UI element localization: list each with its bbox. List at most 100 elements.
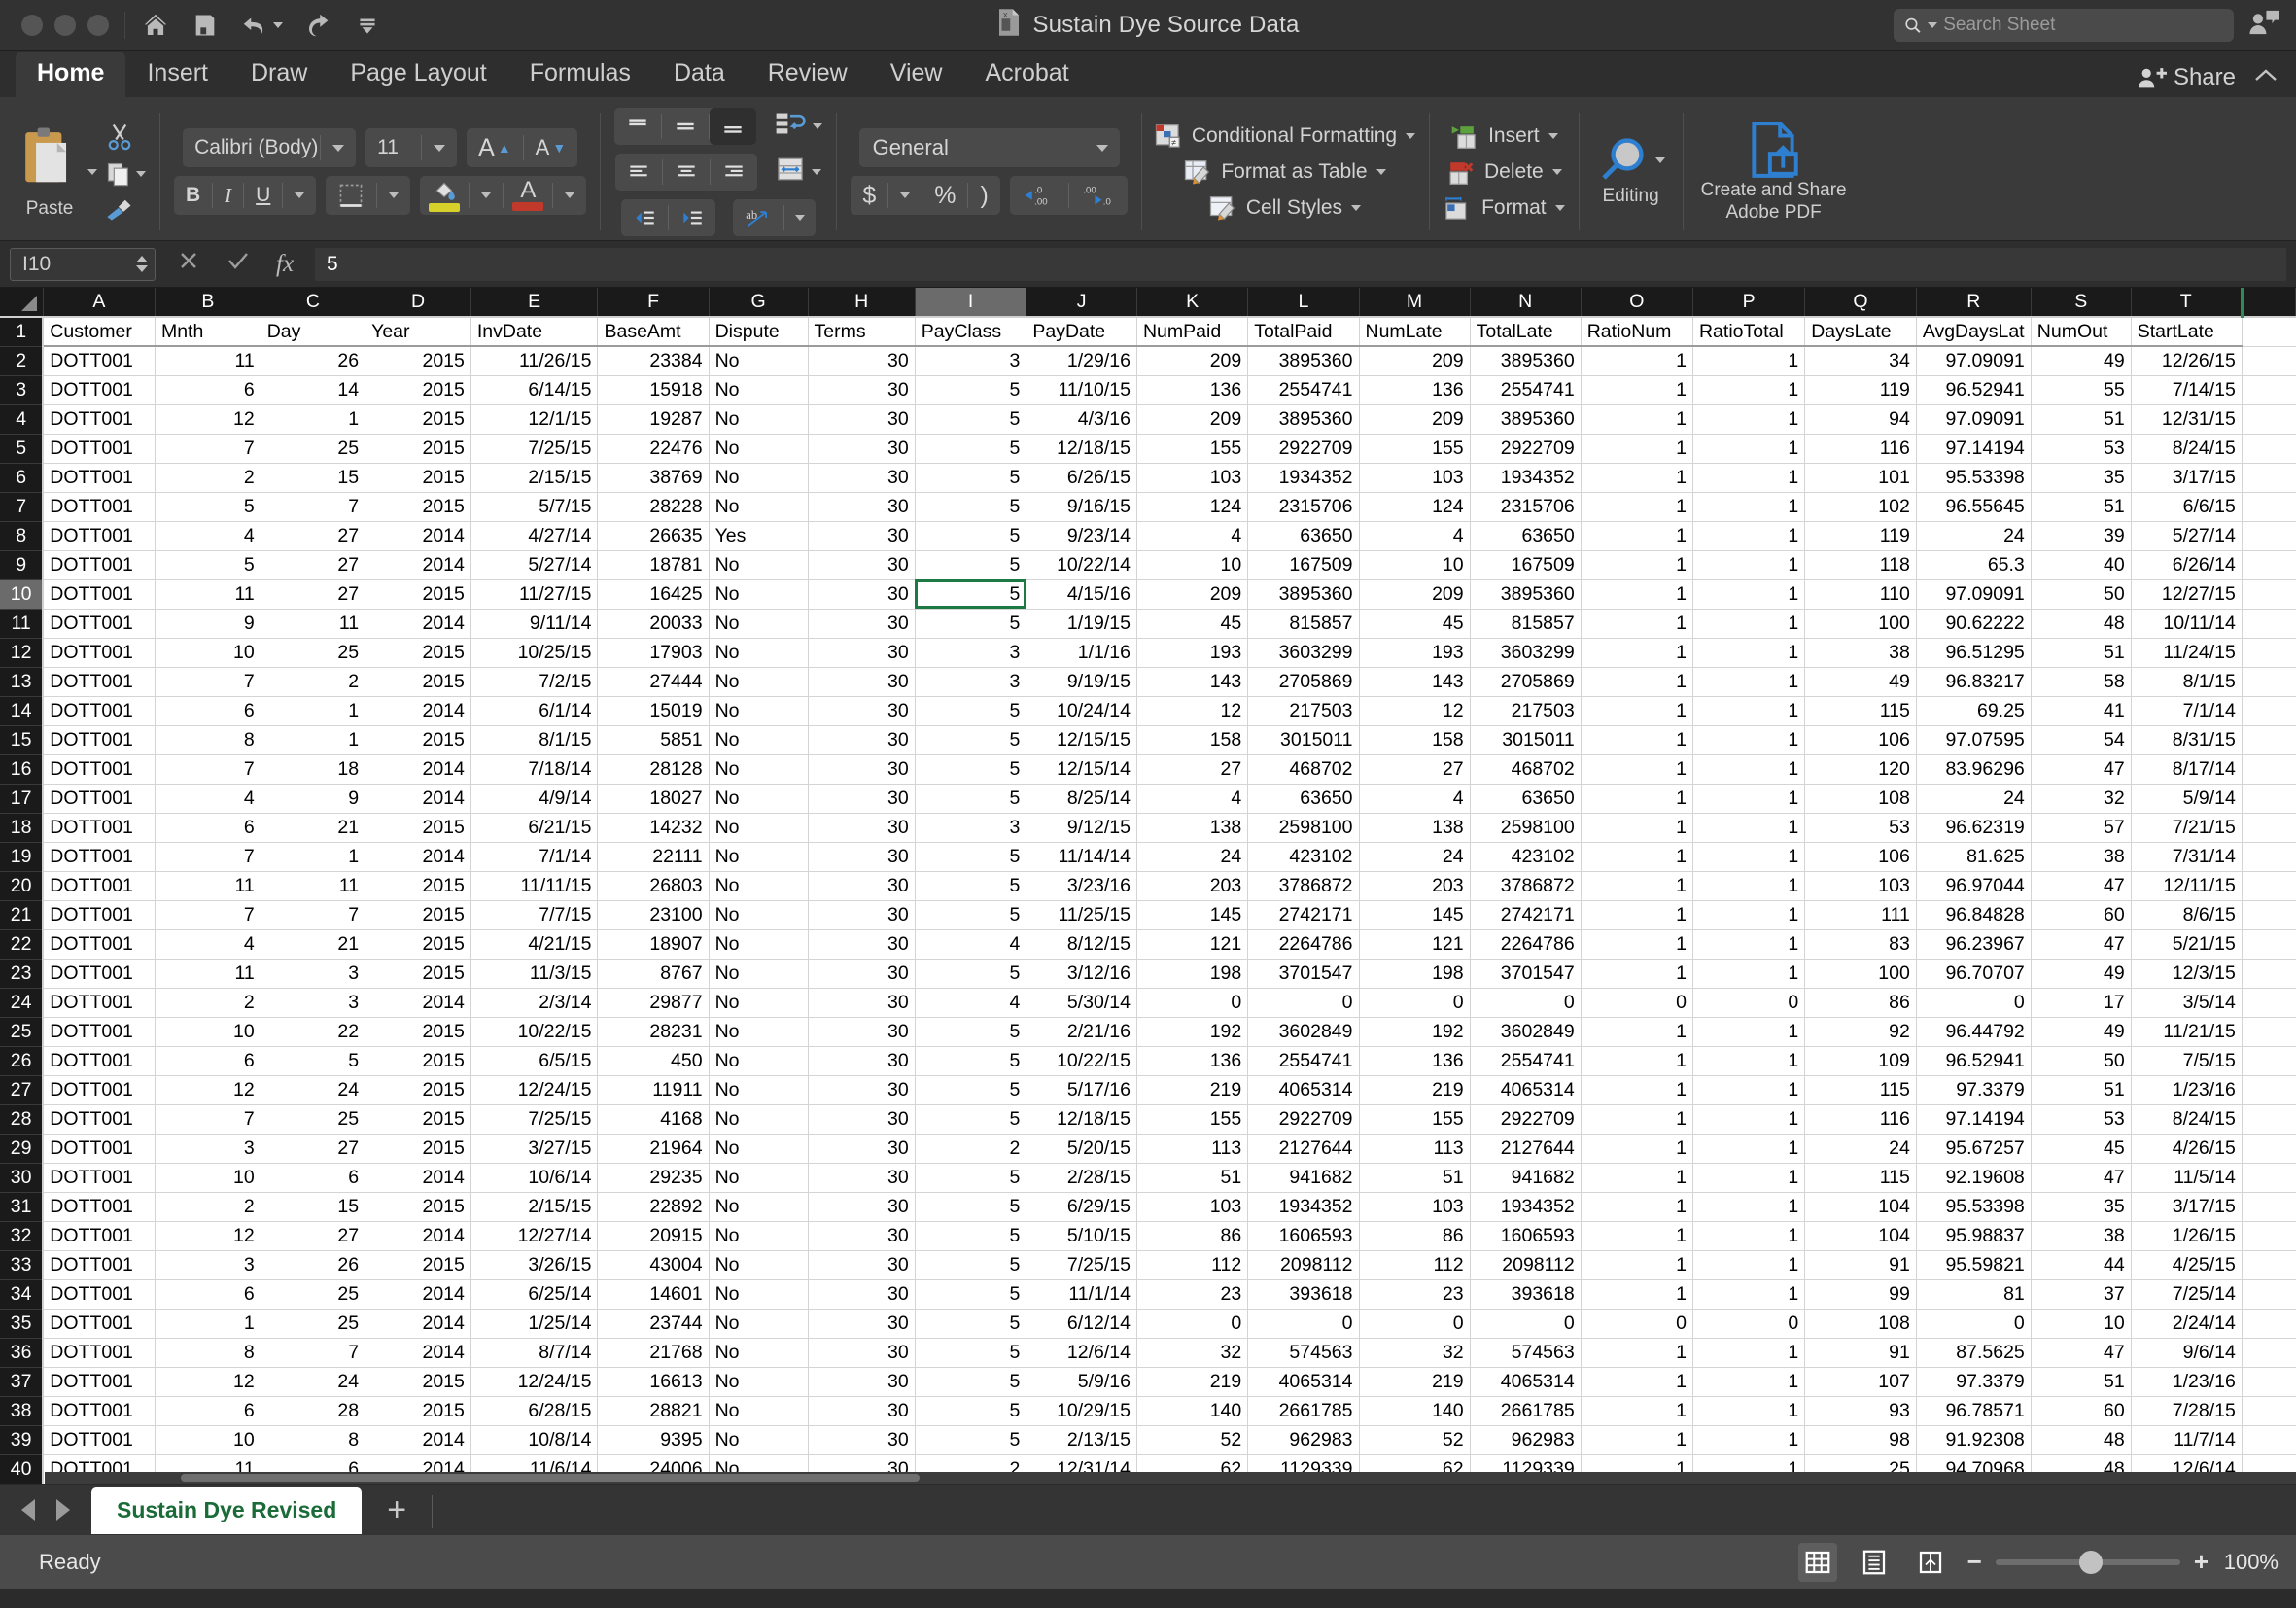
save-icon[interactable]: [191, 12, 219, 39]
cell-E30[interactable]: 10/6/14: [470, 1163, 599, 1193]
text-orientation-button[interactable]: ab: [733, 199, 783, 236]
font-size-caret[interactable]: [422, 128, 457, 167]
cell-O22[interactable]: 1: [1581, 929, 1693, 960]
search-options-caret[interactable]: [1928, 21, 1938, 28]
cell-L20[interactable]: 3786872: [1247, 871, 1360, 901]
cell-J4[interactable]: 4/3/16: [1026, 404, 1137, 435]
cell-T33[interactable]: 4/25/15: [2131, 1250, 2243, 1280]
cell-E29[interactable]: 3/27/15: [470, 1134, 599, 1164]
column-header-H[interactable]: H: [808, 288, 916, 318]
column-header-T[interactable]: T: [2131, 288, 2243, 318]
header-cell-B[interactable]: Mnth: [155, 317, 261, 347]
cell-H37[interactable]: 30: [808, 1367, 916, 1397]
cell-L25[interactable]: 3602849: [1247, 1017, 1360, 1047]
cell-G30[interactable]: No: [709, 1163, 809, 1193]
cell-G29[interactable]: No: [709, 1134, 809, 1164]
cell-K6[interactable]: 103: [1136, 463, 1249, 493]
cell-E25[interactable]: 10/22/15: [470, 1017, 599, 1047]
window-controls[interactable]: [0, 14, 109, 36]
cell-M25[interactable]: 192: [1359, 1017, 1471, 1047]
cell-J15[interactable]: 12/15/15: [1026, 725, 1137, 755]
cell-M22[interactable]: 121: [1359, 929, 1471, 960]
align-center-button[interactable]: [663, 154, 710, 191]
currency-format-button[interactable]: $: [851, 176, 887, 215]
cell-T14[interactable]: 7/1/14: [2131, 696, 2243, 726]
cell-E39[interactable]: 10/8/14: [470, 1425, 599, 1455]
cell-L6[interactable]: 1934352: [1247, 463, 1360, 493]
search-sheet-box[interactable]: [1894, 8, 2234, 42]
cell-M34[interactable]: 23: [1359, 1279, 1471, 1310]
cell-E33[interactable]: 3/26/15: [470, 1250, 599, 1280]
cell-O4[interactable]: 1: [1581, 404, 1693, 435]
cell-J37[interactable]: 5/9/16: [1026, 1367, 1137, 1397]
cell-H18[interactable]: 30: [808, 813, 916, 843]
comma-format-button[interactable]: ): [968, 176, 999, 215]
cell-Q13[interactable]: 49: [1804, 667, 1917, 697]
cell-P12[interactable]: 1: [1692, 638, 1806, 668]
cell-H32[interactable]: 30: [808, 1221, 916, 1251]
align-bottom-button[interactable]: [710, 107, 757, 145]
cell-P2[interactable]: 1: [1692, 346, 1806, 376]
cell-blank[interactable]: [2242, 550, 2296, 580]
cell-blank[interactable]: [2242, 1250, 2296, 1280]
cell-A25[interactable]: DOTT001: [43, 1017, 156, 1047]
decrease-decimal-button[interactable]: .00 .0: [1069, 176, 1128, 215]
cell-Q5[interactable]: 116: [1804, 434, 1917, 464]
cell-F32[interactable]: 20915: [597, 1221, 710, 1251]
cell-blank[interactable]: [2242, 1192, 2296, 1222]
editing-button[interactable]: Editing: [1580, 103, 1683, 240]
cell-D23[interactable]: 2015: [365, 959, 471, 989]
cell-A12[interactable]: DOTT001: [43, 638, 156, 668]
cell-D10[interactable]: 2015: [365, 579, 471, 610]
cell-G31[interactable]: No: [709, 1192, 809, 1222]
cell-A33[interactable]: DOTT001: [43, 1250, 156, 1280]
row-header-22[interactable]: 22: [0, 929, 45, 960]
cell-A28[interactable]: DOTT001: [43, 1104, 156, 1135]
cell-blank[interactable]: [2242, 1425, 2296, 1455]
cell-H16[interactable]: 30: [808, 754, 916, 785]
cell-I29[interactable]: 2: [915, 1134, 1027, 1164]
cell-L4[interactable]: 3895360: [1247, 404, 1360, 435]
cell-K28[interactable]: 155: [1136, 1104, 1249, 1135]
cell-L22[interactable]: 2264786: [1247, 929, 1360, 960]
cell-H7[interactable]: 30: [808, 492, 916, 522]
cell-N2[interactable]: 3895360: [1470, 346, 1582, 376]
cell-G13[interactable]: No: [709, 667, 809, 697]
cell-I5[interactable]: 5: [915, 434, 1027, 464]
cell-K24[interactable]: 0: [1136, 988, 1249, 1018]
cell-Q30[interactable]: 115: [1804, 1163, 1917, 1193]
cell-R14[interactable]: 69.25: [1916, 696, 2032, 726]
cell-C2[interactable]: 26: [261, 346, 366, 376]
cell-styles-caret[interactable]: [1351, 204, 1362, 211]
cell-A32[interactable]: DOTT001: [43, 1221, 156, 1251]
cell-M21[interactable]: 145: [1359, 900, 1471, 930]
cell-K2[interactable]: 209: [1136, 346, 1249, 376]
cell-P11[interactable]: 1: [1692, 609, 1806, 639]
cell-O12[interactable]: 1: [1581, 638, 1693, 668]
cell-R11[interactable]: 90.62222: [1916, 609, 2032, 639]
cell-D38[interactable]: 2015: [365, 1396, 471, 1426]
cell-blank[interactable]: [2242, 346, 2296, 376]
merge-cells-caret[interactable]: [812, 168, 822, 175]
cell-K8[interactable]: 4: [1136, 521, 1249, 551]
row-header-32[interactable]: 32: [0, 1221, 45, 1251]
cell-blank[interactable]: [2242, 1279, 2296, 1310]
cell-T12[interactable]: 11/24/15: [2131, 638, 2243, 668]
cell-P8[interactable]: 1: [1692, 521, 1806, 551]
cell-E31[interactable]: 2/15/15: [470, 1192, 599, 1222]
cell-E15[interactable]: 8/1/15: [470, 725, 599, 755]
cell-K13[interactable]: 143: [1136, 667, 1249, 697]
cell-M27[interactable]: 219: [1359, 1075, 1471, 1105]
cell-J23[interactable]: 3/12/16: [1026, 959, 1137, 989]
cell-C20[interactable]: 11: [261, 871, 366, 901]
cell-O2[interactable]: 1: [1581, 346, 1693, 376]
previous-sheet-icon[interactable]: [21, 1499, 35, 1521]
header-cell-O[interactable]: RatioNum: [1581, 317, 1693, 347]
cell-S14[interactable]: 41: [2031, 696, 2132, 726]
cell-blank[interactable]: [2242, 492, 2296, 522]
cell-Q26[interactable]: 109: [1804, 1046, 1917, 1076]
cell-A7[interactable]: DOTT001: [43, 492, 156, 522]
cell-E13[interactable]: 7/2/15: [470, 667, 599, 697]
cell-M29[interactable]: 113: [1359, 1134, 1471, 1164]
cell-T29[interactable]: 4/26/15: [2131, 1134, 2243, 1164]
